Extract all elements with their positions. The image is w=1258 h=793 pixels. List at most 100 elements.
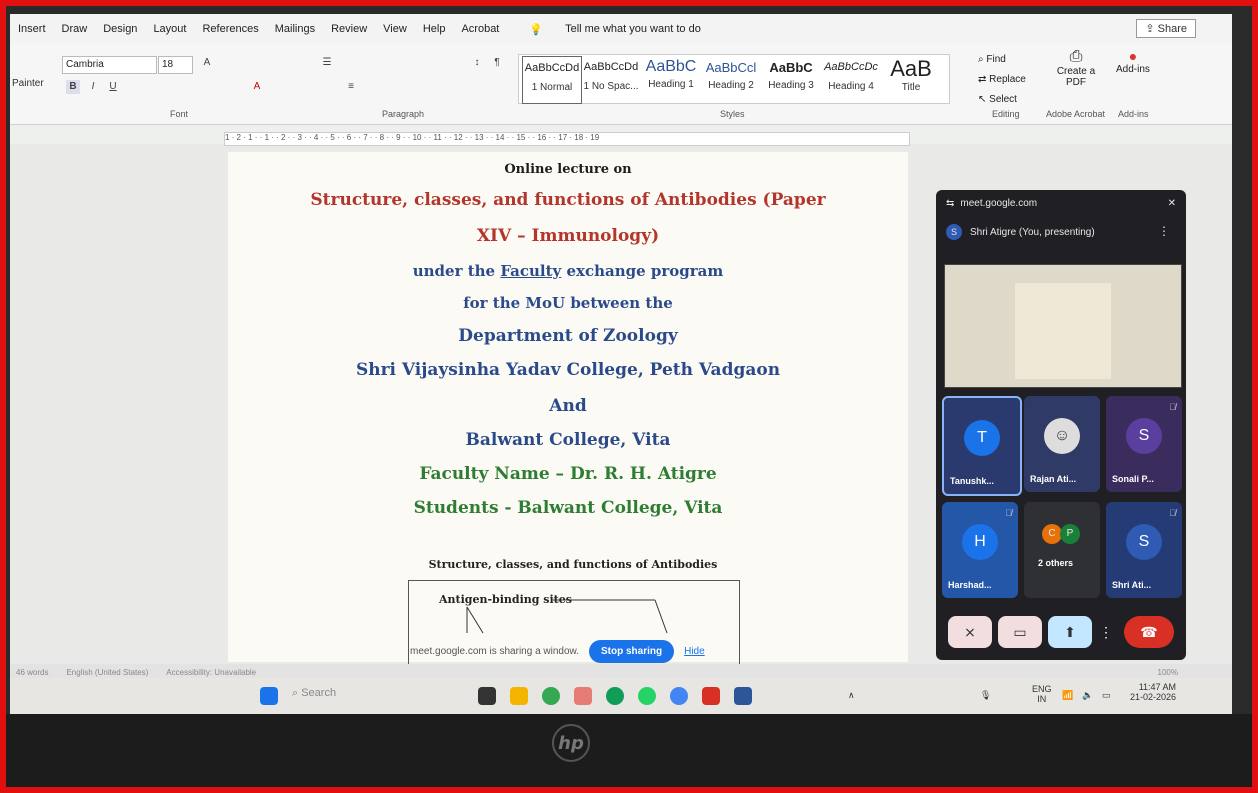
italic-icon[interactable]: I	[86, 80, 100, 94]
word-icon[interactable]	[734, 687, 752, 705]
doc-line-1: Online lecture on	[504, 162, 632, 177]
camera-toggle-button[interactable]: ▭	[998, 616, 1042, 648]
drag-icon[interactable]: ⇆	[946, 198, 954, 209]
format-painter-label[interactable]: Painter	[12, 78, 44, 89]
volume-icon[interactable]: 🔈	[1082, 690, 1093, 701]
style-normal[interactable]: AaBbCcDd 1 Normal	[522, 56, 582, 104]
tab-view[interactable]: View	[383, 23, 407, 35]
more-options-button[interactable]: ⋮	[1098, 616, 1114, 648]
acrobat-icon[interactable]	[702, 687, 720, 705]
grow-font-icon[interactable]: A	[200, 56, 214, 70]
accessibility-status[interactable]: Accessibility: Unavailable	[166, 668, 256, 677]
share-button[interactable]: ⇪ Share	[1136, 19, 1196, 38]
align-center-icon[interactable]: ≡	[344, 80, 358, 94]
whatsapp-icon[interactable]	[638, 687, 656, 705]
taskbar-search[interactable]: ⌕ Search	[292, 687, 336, 700]
language-status[interactable]: English (United States)	[66, 668, 148, 677]
tab-layout[interactable]: Layout	[153, 23, 186, 35]
font-size-select[interactable]: 18	[158, 56, 193, 74]
chrome-profile-icon[interactable]	[670, 687, 688, 705]
font-name-select[interactable]: Cambria	[62, 56, 157, 74]
mic-icon[interactable]: 🎙	[980, 690, 991, 701]
chrome-icon[interactable]	[542, 687, 560, 705]
stop-sharing-button[interactable]: Stop sharing	[588, 639, 675, 663]
zoom-level[interactable]: 100%	[1158, 668, 1178, 677]
style-heading-1[interactable]: AaBbC Heading 1	[642, 56, 700, 102]
end-call-button[interactable]: ☎	[1124, 616, 1174, 648]
wifi-icon[interactable]: 📶	[1062, 690, 1073, 701]
mic-toggle-button[interactable]: ⨯	[948, 616, 992, 648]
bold-icon[interactable]: B	[66, 80, 80, 94]
tab-help[interactable]: Help	[423, 23, 446, 35]
select-button[interactable]: ↖ Select	[978, 94, 1017, 105]
participant-tile[interactable]: ☺ Rajan Ati...	[1024, 396, 1100, 492]
participant-tile[interactable]: 🎙̸ H Harshad...	[942, 502, 1018, 598]
clock[interactable]: 11:47 AM 21-02-2026	[1130, 682, 1176, 702]
style-heading-2[interactable]: AaBbCcl Heading 2	[702, 56, 760, 102]
present-button[interactable]: ⬆	[1048, 616, 1092, 648]
find-button[interactable]: ⌕ Find	[978, 54, 1006, 65]
edge-icon[interactable]	[606, 687, 624, 705]
bullets-icon[interactable]: ☰	[320, 56, 334, 70]
addins-button[interactable]: ● Add-ins	[1116, 48, 1150, 75]
participant-avatar: T	[964, 420, 1000, 456]
file-explorer-icon[interactable]	[510, 687, 528, 705]
close-icon[interactable]: ✕	[1168, 198, 1176, 209]
participant-tile[interactable]: 🎙̸ S Sonali P...	[1106, 396, 1182, 492]
screen-share-bar: meet.google.com is sharing a window. Sto…	[410, 636, 730, 666]
tell-me-box[interactable]: 💡 Tell me what you want to do	[521, 23, 708, 36]
participant-avatar: H	[962, 524, 998, 560]
document-page[interactable]: Online lecture on Structure, classes, an…	[228, 152, 908, 672]
tell-me-text: Tell me what you want to do	[565, 23, 701, 35]
copilot-icon[interactable]	[574, 687, 592, 705]
tab-mailings[interactable]: Mailings	[275, 23, 315, 35]
participant-name: Rajan Ati...	[1030, 474, 1077, 484]
participant-avatar: S	[1126, 524, 1162, 560]
sort-icon[interactable]: ↕	[470, 56, 484, 70]
word-count[interactable]: 46 words	[16, 668, 48, 677]
style-name: Heading 4	[828, 81, 874, 92]
tab-design[interactable]: Design	[103, 23, 137, 35]
tab-draw[interactable]: Draw	[62, 23, 88, 35]
underline-icon[interactable]: U	[106, 80, 120, 94]
pilcrow-icon[interactable]: ¶	[490, 56, 504, 70]
participant-avatar: C	[1042, 524, 1062, 544]
tray-chevron-icon[interactable]: ∧	[848, 690, 855, 701]
font-color-icon[interactable]: A	[250, 80, 264, 94]
phone-hangup-icon: ☎	[1140, 624, 1158, 640]
replace-button[interactable]: ⇄ Replace	[978, 74, 1026, 85]
more-options-icon[interactable]: ⋮	[1158, 224, 1170, 238]
horizontal-ruler[interactable]: 1 · 2 · 1 · · 1 · · 2 · · 3 · · 4 · · 5 …	[224, 132, 910, 146]
cursor-icon: ↖	[978, 94, 990, 105]
select-label: Select	[989, 94, 1017, 105]
style-heading-3[interactable]: AaBbC Heading 3	[762, 56, 820, 102]
start-icon[interactable]	[260, 687, 278, 705]
language-indicator[interactable]: ENG IN	[1032, 684, 1052, 704]
style-sample: AaBbC	[769, 60, 813, 75]
tab-acrobat[interactable]: Acrobat	[461, 23, 499, 35]
diagram-title: Structure, classes, and functions of Ant…	[428, 558, 718, 571]
tab-review[interactable]: Review	[331, 23, 367, 35]
hide-link[interactable]: Hide	[684, 646, 705, 657]
group-addins-label: Add-ins	[1118, 109, 1149, 119]
find-label: Find	[986, 54, 1006, 65]
present-icon: ⬆	[1064, 624, 1076, 640]
doc-line-6: Department of Zoology	[458, 326, 678, 346]
style-no-spacing[interactable]: AaBbCcDd 1 No Spac...	[582, 56, 640, 102]
participant-tile[interactable]: 🎙̸ S Shri Ati...	[1106, 502, 1182, 598]
widgets-icon[interactable]	[478, 687, 496, 705]
camera-off-icon: ▭	[1013, 624, 1027, 640]
doc-title-line-1: Structure, classes, and functions of Ant…	[310, 190, 826, 210]
style-heading-4[interactable]: AaBbCcDc Heading 4	[822, 56, 880, 102]
battery-icon[interactable]: ▭	[1102, 690, 1111, 701]
participant-tile[interactable]: T Tanushk...	[942, 396, 1022, 496]
tab-insert[interactable]: Insert	[18, 23, 46, 35]
tab-references[interactable]: References	[202, 23, 258, 35]
search-label: Search	[301, 687, 337, 699]
create-pdf-button[interactable]: ⎙ Create a PDF	[1056, 48, 1096, 88]
presentation-preview[interactable]	[944, 264, 1182, 388]
lang-top: ENG	[1032, 684, 1052, 694]
style-title[interactable]: AaB Title	[882, 56, 940, 102]
participant-tile[interactable]: C P 2 others	[1024, 502, 1100, 598]
faculty-link[interactable]: Faculty	[500, 262, 561, 280]
